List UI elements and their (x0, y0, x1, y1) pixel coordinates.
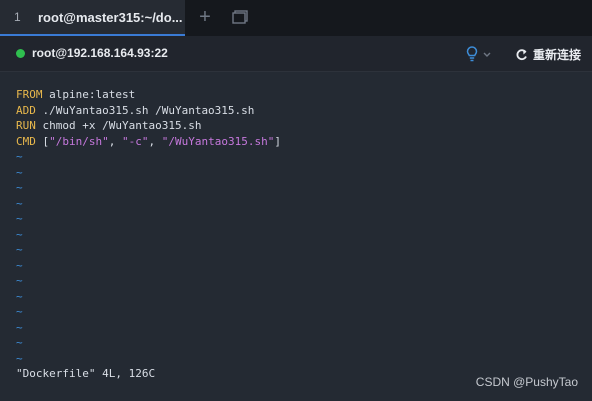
connection-status-dot (16, 49, 25, 58)
vim-status-line: "Dockerfile" 4L, 126C (16, 367, 156, 380)
keyword: FROM (16, 88, 43, 101)
tilde-marker: ~ (16, 336, 23, 349)
separator: , (148, 134, 162, 148)
window-layout-icon[interactable] (232, 10, 248, 24)
keyword: CMD (16, 134, 36, 148)
dockerfile-line: CMD ["/bin/sh", "-c", "/WuYantao315.sh"] (16, 134, 281, 149)
host-label: root@192.168.164.93:22 (32, 46, 168, 60)
session-toolbar: root@192.168.164.93:22 重新连接 (0, 36, 592, 72)
tilde-marker: ~ (16, 320, 23, 334)
separator: , (108, 134, 122, 148)
string-arg: "/WuYantao315.sh" (161, 134, 275, 148)
bracket: ] (274, 134, 281, 148)
tilde-marker: ~ (16, 243, 23, 256)
tilde-marker: ~ (16, 258, 23, 272)
line-text: alpine:latest (42, 88, 136, 101)
keyword: RUN (16, 119, 36, 132)
terminal-tab[interactable]: 1 root@master315:~/do... (0, 0, 185, 36)
tilde-marker: ~ (16, 150, 23, 163)
line-text: ./WuYantao315.sh /WuYantao315.sh (35, 103, 255, 117)
string-arg: "/bin/sh" (49, 134, 109, 148)
tilde-marker: ~ (16, 274, 23, 287)
tilde-marker: ~ (16, 181, 23, 194)
bracket: [ (35, 134, 50, 148)
string-arg: "-c" (121, 134, 149, 148)
tab-bar: 1 root@master315:~/do... + (0, 0, 592, 36)
line-text: chmod +x /WuYantao315.sh (35, 119, 202, 132)
tab-title: root@master315:~/do... (38, 9, 183, 25)
lightbulb-icon[interactable] (464, 44, 494, 64)
tilde-marker: ~ (16, 196, 23, 210)
tilde-marker: ~ (16, 227, 23, 241)
dockerfile-line: ADD ./WuYantao315.sh /WuYantao315.sh (16, 103, 254, 118)
reconnect-button[interactable]: 重新连接 (515, 44, 581, 64)
tilde-marker: ~ (16, 212, 23, 225)
tab-index: 1 (14, 10, 21, 24)
tilde-marker: ~ (16, 351, 23, 365)
keyword: ADD (16, 103, 36, 117)
terminal-area[interactable]: FROM alpine:latest ADD ./WuYantao315.sh … (0, 72, 592, 401)
refresh-icon (516, 48, 527, 60)
dockerfile-line: FROM alpine:latest (16, 87, 135, 102)
tilde-marker: ~ (16, 165, 23, 179)
new-tab-plus-icon[interactable]: + (196, 7, 214, 27)
tilde-marker: ~ (16, 289, 23, 303)
watermark: CSDN @PushyTao (475, 375, 578, 389)
reconnect-label: 重新连接 (533, 47, 582, 62)
tilde-marker: ~ (16, 305, 23, 318)
dockerfile-line: RUN chmod +x /WuYantao315.sh (16, 118, 201, 133)
